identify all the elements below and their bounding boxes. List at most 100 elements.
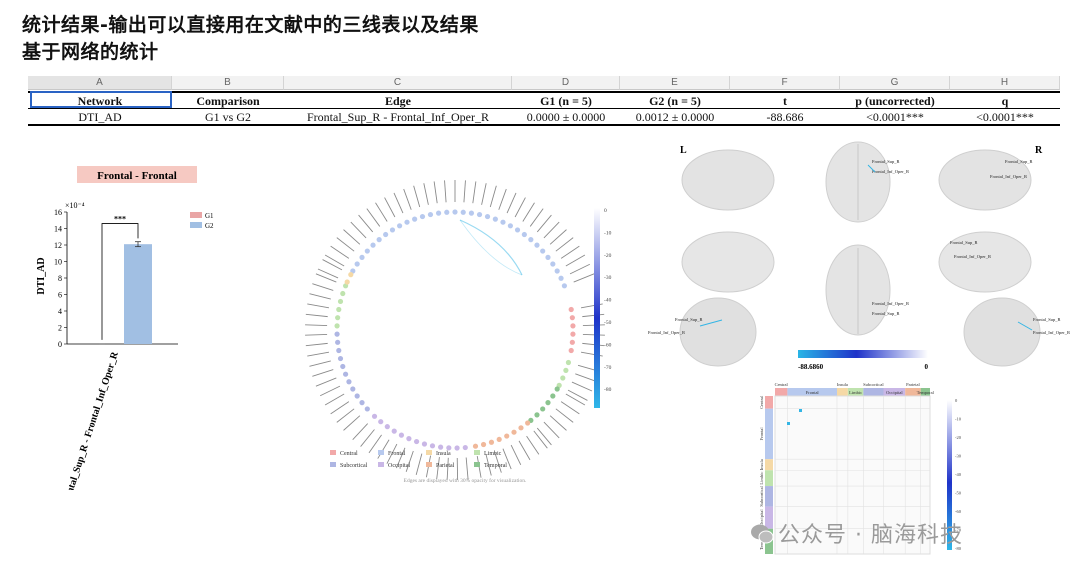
matrix-colorbar-tick-label: -40 (955, 472, 962, 477)
circle-node-label-mark (307, 303, 330, 309)
cell-edge[interactable]: Frontal_Sup_R - Frontal_Inf_Oper_R (284, 109, 512, 126)
cell-q[interactable]: <0.0001*** (950, 109, 1060, 126)
circle-legend-label: Subcortical (340, 463, 368, 469)
header-g1[interactable]: G1 (n = 5) (512, 91, 620, 109)
circle-node-label-mark (352, 423, 369, 441)
circle-colorbar-ticks: 0 -10 -20 -30 -40 -50 -60 -70 -80 (604, 208, 612, 393)
matrix-left-group-subcortical (765, 486, 773, 507)
circle-legend-label: Limbic (484, 451, 502, 457)
brain-views: L R Frontal_Sup_R Frontal_Inf_Oper_R Fro… (648, 141, 1070, 371)
circle-legend-label: Temporal (484, 463, 507, 469)
circle-node-frontal (534, 242, 540, 248)
cell-g1[interactable]: 0.0000 ± 0.0000 (512, 109, 620, 126)
circle-node-label-mark (393, 192, 404, 214)
brain-posterior (963, 297, 1041, 367)
circle-node-frontal (364, 248, 370, 254)
circle-node-label-mark (510, 444, 522, 466)
circle-node-frontal (545, 254, 551, 260)
node-label-inf-dorsal: Frontal_Inf_Oper_R (872, 169, 909, 174)
circle-node-parietal (480, 441, 487, 448)
circle-node-frontal (558, 275, 564, 281)
cell-network[interactable]: DTI_AD (28, 109, 172, 126)
matrix-top-group-label: Insula (837, 382, 848, 387)
circle-colorbar-tick-label: -30 (604, 275, 612, 281)
column-letter-a[interactable]: A (28, 76, 172, 90)
legend-label-g2: G2 (205, 222, 214, 230)
circle-node-label-mark (506, 192, 517, 214)
cell-g2[interactable]: 0.0012 ± 0.0000 (620, 109, 730, 126)
node-label-sup-anterior: Frontal_Sup_R (675, 317, 703, 322)
circle-node-limbic (336, 306, 342, 313)
circle-colorbar-tick-label: -50 (604, 320, 612, 326)
circle-node-occipital (462, 444, 468, 451)
brain-lateral-left (681, 149, 775, 211)
circle-node-label-mark (360, 429, 375, 447)
circle-node-subcortical (342, 371, 349, 377)
cell-t[interactable]: -88.686 (730, 109, 840, 126)
bar-chart-ytick-label: 0 (58, 340, 62, 349)
bar-chart-ylabel: DTI_AD (36, 257, 47, 294)
circle-node-label-mark (569, 263, 591, 275)
circle-node-label-mark (309, 360, 331, 367)
matrix-left-group-limbic (765, 470, 773, 487)
column-letter-h[interactable]: H (950, 76, 1060, 90)
circle-node-label-mark (582, 313, 605, 318)
circle-legend-label: Parietal (436, 463, 455, 469)
circle-node-subcortical (359, 400, 365, 406)
circle-node-frontal (397, 223, 403, 229)
circle-colorbar-tick-label: -60 (604, 342, 612, 348)
circle-node-label-mark (498, 188, 507, 210)
circle-node-parietal (525, 420, 531, 426)
results-spreadsheet: A B C D E F G H Network Comparison Edge … (28, 76, 1060, 128)
circle-node-parietal (496, 436, 502, 443)
column-letter-e[interactable]: E (620, 76, 730, 90)
matrix-top-group-label: Temporal (917, 390, 935, 395)
bar-chart-multiplier: ×10⁻⁴ (65, 201, 85, 210)
circle-node-frontal (507, 223, 513, 229)
circle-node-label-mark (358, 214, 374, 233)
column-letter-f[interactable]: F (730, 76, 840, 90)
header-edge[interactable]: Edge (284, 91, 512, 109)
circle-legend-swatch (330, 450, 336, 455)
column-letter-b[interactable]: B (172, 76, 284, 90)
header-p-uncorrected[interactable]: p (uncorrected) (840, 91, 950, 109)
circle-node-frontal (376, 237, 382, 243)
heading-line-1: 统计结果-输出可以直接用在文献中的三线表以及结果 (22, 14, 479, 36)
circle-legend-swatch (426, 450, 432, 455)
cell-selection-box (30, 91, 172, 108)
circle-colorbar-tick-label: -80 (604, 387, 612, 393)
circle-node-central (568, 347, 574, 354)
cell-p-uncorrected[interactable]: <0.0001*** (840, 109, 950, 126)
circle-node-label-mark (573, 273, 595, 283)
cell-comparison[interactable]: G1 vs G2 (172, 109, 284, 126)
column-letter-g[interactable]: G (840, 76, 950, 90)
column-letter-d[interactable]: D (512, 76, 620, 90)
circle-node-central (570, 323, 576, 329)
watermark: 公众号 · 脑海科技 (778, 523, 963, 548)
circle-node-label-mark (324, 393, 345, 406)
circle-node-label-mark (343, 415, 361, 431)
circle-node-temporal (545, 400, 551, 406)
header-q[interactable]: q (950, 91, 1060, 109)
bar-chart-title: Frontal - Frontal (97, 170, 177, 182)
circle-node-label-mark (518, 440, 531, 461)
brain-colorbar (798, 350, 928, 358)
circle-node-subcortical (334, 331, 340, 337)
circle-node-parietal (488, 439, 495, 445)
circle-node-frontal (404, 219, 410, 225)
circle-node-label-mark (533, 430, 548, 449)
brain-colorbar-min: -88.6860 (798, 363, 824, 371)
header-g2[interactable]: G2 (n = 5) (620, 91, 730, 109)
circle-colorbar-tick-label: 0 (604, 208, 607, 214)
circle-node-label-mark (319, 385, 341, 397)
column-letter-c[interactable]: C (284, 76, 512, 90)
circle-node-label-mark (536, 427, 552, 446)
header-comparison[interactable]: Comparison (172, 91, 284, 109)
circle-node-label-mark (543, 221, 560, 239)
circle-caption: Edges are displayed with 30% opacity for… (404, 477, 527, 484)
circle-node-frontal (500, 219, 506, 225)
circle-node-label-mark (489, 185, 497, 208)
circle-node-frontal (354, 261, 360, 267)
header-t[interactable]: t (730, 91, 840, 109)
circle-node-frontal (554, 268, 560, 274)
